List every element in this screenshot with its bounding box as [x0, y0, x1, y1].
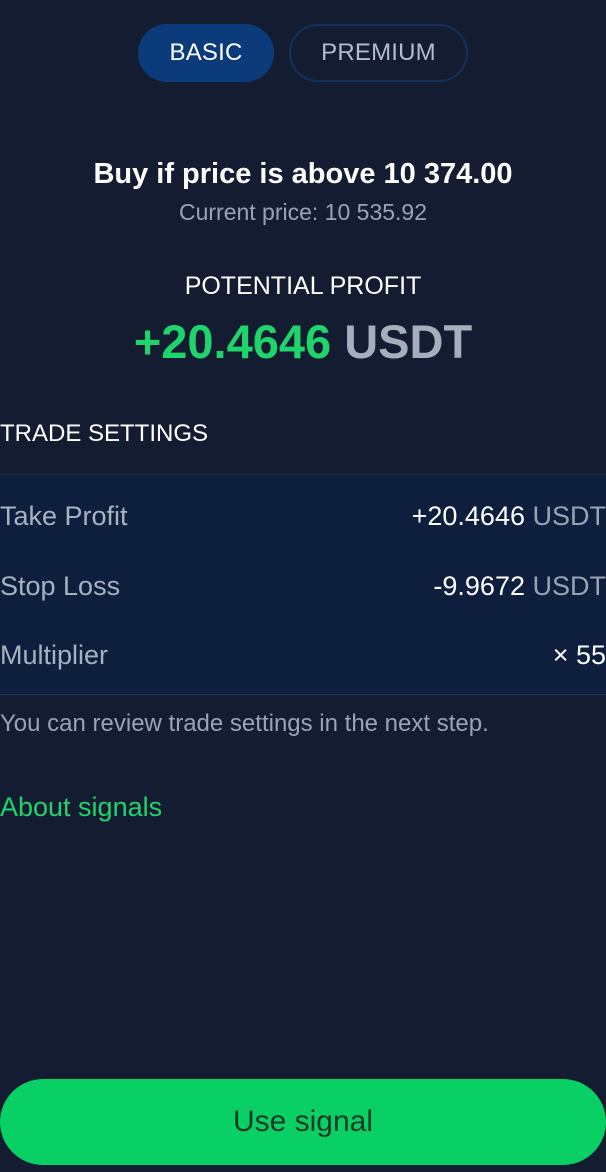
stop-loss-row: Stop Loss -9.9672 USDT	[0, 561, 606, 611]
take-profit-unit: USDT	[532, 500, 606, 531]
take-profit-row: Take Profit +20.4646 USDT	[0, 491, 606, 541]
use-signal-button[interactable]: Use signal	[0, 1079, 606, 1165]
signal-summary: Buy if price is above 10 374.00 Current …	[0, 154, 606, 230]
multiplier-row: Multiplier × 55	[0, 630, 606, 680]
potential-profit-label: POTENTIAL PROFIT	[184, 272, 422, 300]
multiplier-value: × 55	[552, 639, 606, 670]
stop-loss-amount: -9.9672	[433, 570, 525, 601]
tab-basic[interactable]: BASIC	[138, 24, 274, 82]
take-profit-amount: +20.4646	[411, 500, 525, 531]
review-hint: You can review trade settings in the nex…	[0, 710, 489, 737]
tab-premium[interactable]: PREMIUM	[289, 24, 468, 82]
plan-tabs: BASIC PREMIUM	[0, 24, 606, 82]
current-price: Current price: 10 535.92	[178, 199, 428, 225]
take-profit-value: +20.4646 USDT	[412, 501, 606, 532]
signal-condition: Buy if price is above 10 374.00	[93, 158, 513, 190]
trade-settings-title: TRADE SETTINGS	[0, 420, 209, 447]
take-profit-label: Take Profit	[0, 500, 128, 531]
trade-settings-panel: Take Profit +20.4646 USDT Stop Loss -9.9…	[0, 474, 606, 695]
stop-loss-value: -9.9672 USDT	[433, 571, 606, 602]
about-signals-link[interactable]: About signals	[0, 792, 162, 823]
potential-profit-amount: +20.4646	[133, 315, 332, 368]
potential-profit-value: +20.4646 USDT	[0, 312, 606, 372]
potential-profit-unit: USDT	[344, 315, 473, 368]
stop-loss-label: Stop Loss	[0, 570, 121, 601]
stop-loss-unit: USDT	[532, 570, 606, 601]
multiplier-label: Multiplier	[0, 639, 109, 670]
